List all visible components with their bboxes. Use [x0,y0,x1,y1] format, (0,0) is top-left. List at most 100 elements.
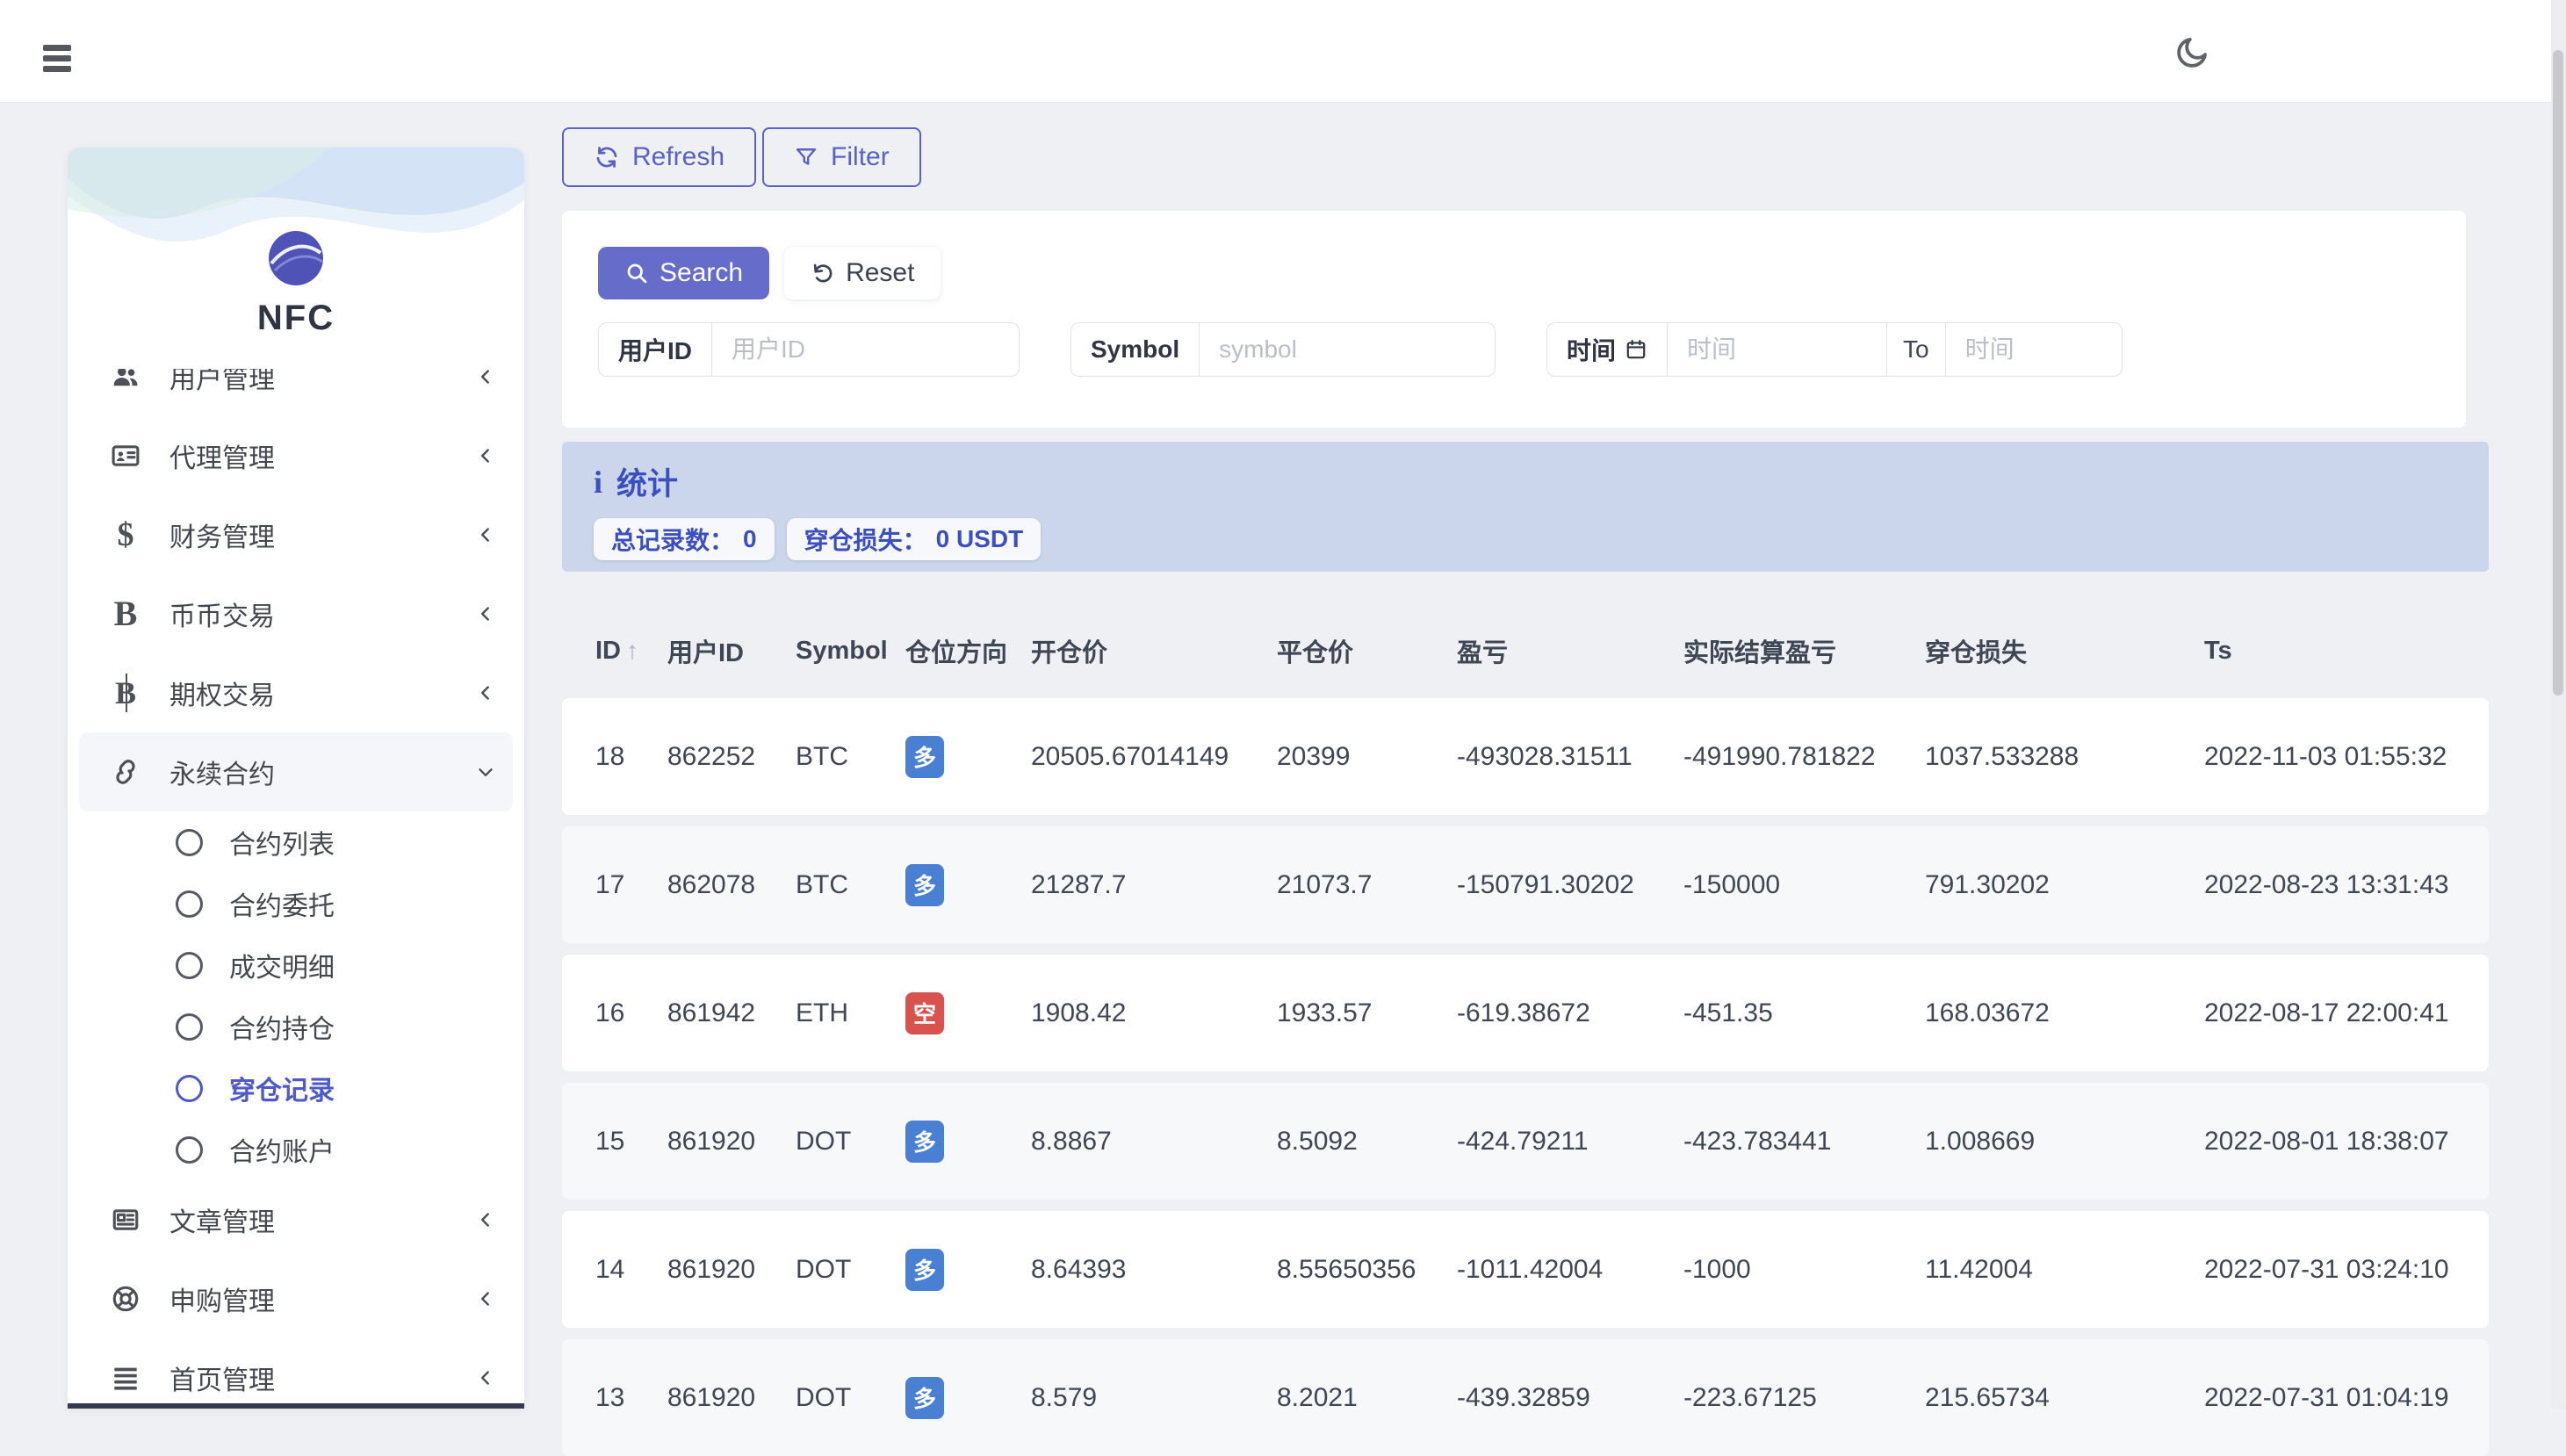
filter-icon [796,148,817,165]
search-button[interactable]: Search [598,247,770,299]
table-body: 18 862252 BTC 多 20505.67014149 20399 -493028.3… [562,698,2489,1456]
refresh-button[interactable]: Refresh [562,127,757,187]
user-id-cell: 862078 [667,869,756,899]
ts-cell: 2022-08-17 22:00:41 [2204,998,2449,1027]
reset-button[interactable]: Reset [784,247,941,299]
close-price-cell: 1933.57 [1277,998,1373,1027]
open-price-cell: 8.579 [1031,1382,1098,1412]
user-id-cell: 861920 [667,1254,756,1284]
loss-cell: 791.30202 [1925,869,2050,899]
ts-cell: 2022-07-31 03:24:10 [2204,1254,2449,1284]
sidebar-item-agents[interactable]: 代理管理 [79,416,513,495]
chevron-left-icon [474,444,497,467]
position-side-cell: 多 [905,1376,1031,1419]
sidebar-item-label: 文章管理 [169,1208,275,1237]
column-header-5: 平仓价 [1277,639,1354,667]
time-from-input[interactable] [1668,323,1887,376]
time-to-input[interactable] [1945,323,2122,376]
submenu-item-liquidation-records[interactable]: 穿仓记录 [79,1057,513,1119]
table-row: 16 861942 ETH 空 1908.42 1933.57 -619.38672 -451… [562,955,2489,1071]
time-field-label: 时间 [1547,323,1669,376]
app-root: NFC 用户管理 代理管理 $ 财务管理 B 币币交易 B 期权交易永续合约合约列表合约委托成… [0,0,2566,1456]
sidebar-item-finance[interactable]: $ 财务管理 [79,495,513,574]
settled-pnl-cell: -491990.781822 [1683,741,1876,771]
user-id-cell: 861920 [667,1126,756,1156]
info-icon: i [594,464,603,500]
page-scrollbar[interactable] [2551,0,2566,1409]
submenu-item-contract-list[interactable]: 合约列表 [79,811,513,873]
submenu-item-contract-accounts[interactable]: 合约账户 [79,1119,513,1180]
user-id-input[interactable] [712,323,1019,376]
sidebar-item-options[interactable]: B 期权交易 [79,653,513,732]
settled-pnl-cell: -451.35 [1683,998,1773,1027]
sidebar-item-label: 永续合约 [169,760,275,789]
long-badge: 多 [905,863,944,906]
filter-panel: Search Reset 用户ID Symbol [562,211,2466,428]
loss-cell: 1037.533288 [1925,741,2079,771]
dark-mode-toggle-button[interactable] [2173,32,2215,74]
ts-cell: 2022-08-23 13:31:43 [2204,869,2449,899]
link-icon [106,757,145,787]
user-id-cell: 862252 [667,741,756,771]
submenu-item-contract-positions[interactable]: 合约持仓 [79,996,513,1057]
user-id-cell: 861942 [667,998,756,1027]
sidebar-item-perpetual[interactable]: 永续合约 [79,732,513,811]
open-price-cell: 21287.7 [1031,869,1127,899]
sort-ascending-icon: ↑ [626,637,638,664]
symbol-input[interactable] [1200,323,1495,376]
submenu-item-label: 合约列表 [229,831,335,860]
submenu-item-label: 合约委托 [229,892,335,921]
filter-button[interactable]: Filter [762,127,921,187]
search-icon [627,263,647,284]
sidebar-brand: NFC [68,148,524,369]
pnl-cell: -424.79211 [1457,1126,1589,1156]
chevron-down-icon [474,760,497,783]
brand-name: NFC [256,299,335,337]
page-scrollbar-thumb[interactable] [2553,50,2563,696]
loss-cell: 11.42004 [1925,1254,2033,1284]
column-header-6: 盈亏 [1457,639,1509,667]
ts-cell: 2022-08-01 18:38:07 [2204,1126,2449,1156]
calendar-icon [1626,339,1646,359]
column-header-4: 开仓价 [1031,639,1108,667]
submenu-item-label: 合约持仓 [229,1015,335,1044]
refresh-label: Refresh [632,142,725,171]
ts-cell: 2022-11-03 01:55:32 [2204,741,2447,771]
id-cell: 13 [595,1382,625,1412]
users-icon [106,369,145,392]
loss-cell: 1.008669 [1925,1126,2036,1156]
settled-pnl-cell: -150000 [1683,869,1781,899]
id-cell: 14 [595,1254,625,1284]
stats-badges: 总记录数： 0 穿仓损失： 0 USDT [594,518,2489,560]
column-header-id[interactable]: ID ↑ [595,637,667,666]
submenu-item-contract-orders[interactable]: 合约委托 [79,873,513,934]
sidebar-item-homepage[interactable]: 首页管理 [79,1338,513,1403]
position-side-cell: 空 [905,991,1031,1034]
sidebar-item-subscribe[interactable]: 申购管理 [79,1259,513,1338]
radio-circle-icon [176,828,203,856]
newspaper-icon [106,1205,145,1235]
column-header-1: 用户ID [667,639,745,667]
chevron-left-icon [474,1287,497,1310]
sidebar-toggle-button[interactable] [43,44,73,77]
table-row: 18 862252 BTC 多 20505.67014149 20399 -493028.3… [562,698,2489,815]
sidebar-item-spot[interactable]: B 币币交易 [79,574,513,653]
table-row: 15 861920 DOT 多 8.8867 8.5092 -424.79211 -423.7… [562,1083,2489,1200]
submenu-item-label: 合约账户 [229,1138,335,1167]
close-price-cell: 8.5092 [1277,1126,1358,1156]
column-header-8: 穿仓损失 [1925,639,2028,667]
user-id-field-group: 用户ID [598,322,1020,377]
user-id-field-label: 用户ID [599,323,713,376]
pnl-cell: -150791.30202 [1457,869,1634,899]
table-header: ID ↑ 用户ID Symbol 仓位方向 开仓价 平仓价 盈亏 实际结算盈亏 穿仓损失 Ts [562,611,2489,690]
time-range-field-group: 时间 To [1546,322,2123,377]
open-price-cell: 8.8867 [1031,1126,1112,1156]
sidebar-item-users[interactable]: 用户管理 [79,369,513,416]
moon-icon [2177,38,2207,68]
sidebar-item-articles[interactable]: 文章管理 [79,1180,513,1259]
submenu-item-trade-details[interactable]: 成交明细 [79,934,513,996]
chevron-left-icon [474,1366,497,1389]
symbol-field-group: Symbol [1070,322,1496,377]
list-icon [106,1363,145,1393]
submenu-item-label: 穿仓记录 [229,1077,335,1106]
